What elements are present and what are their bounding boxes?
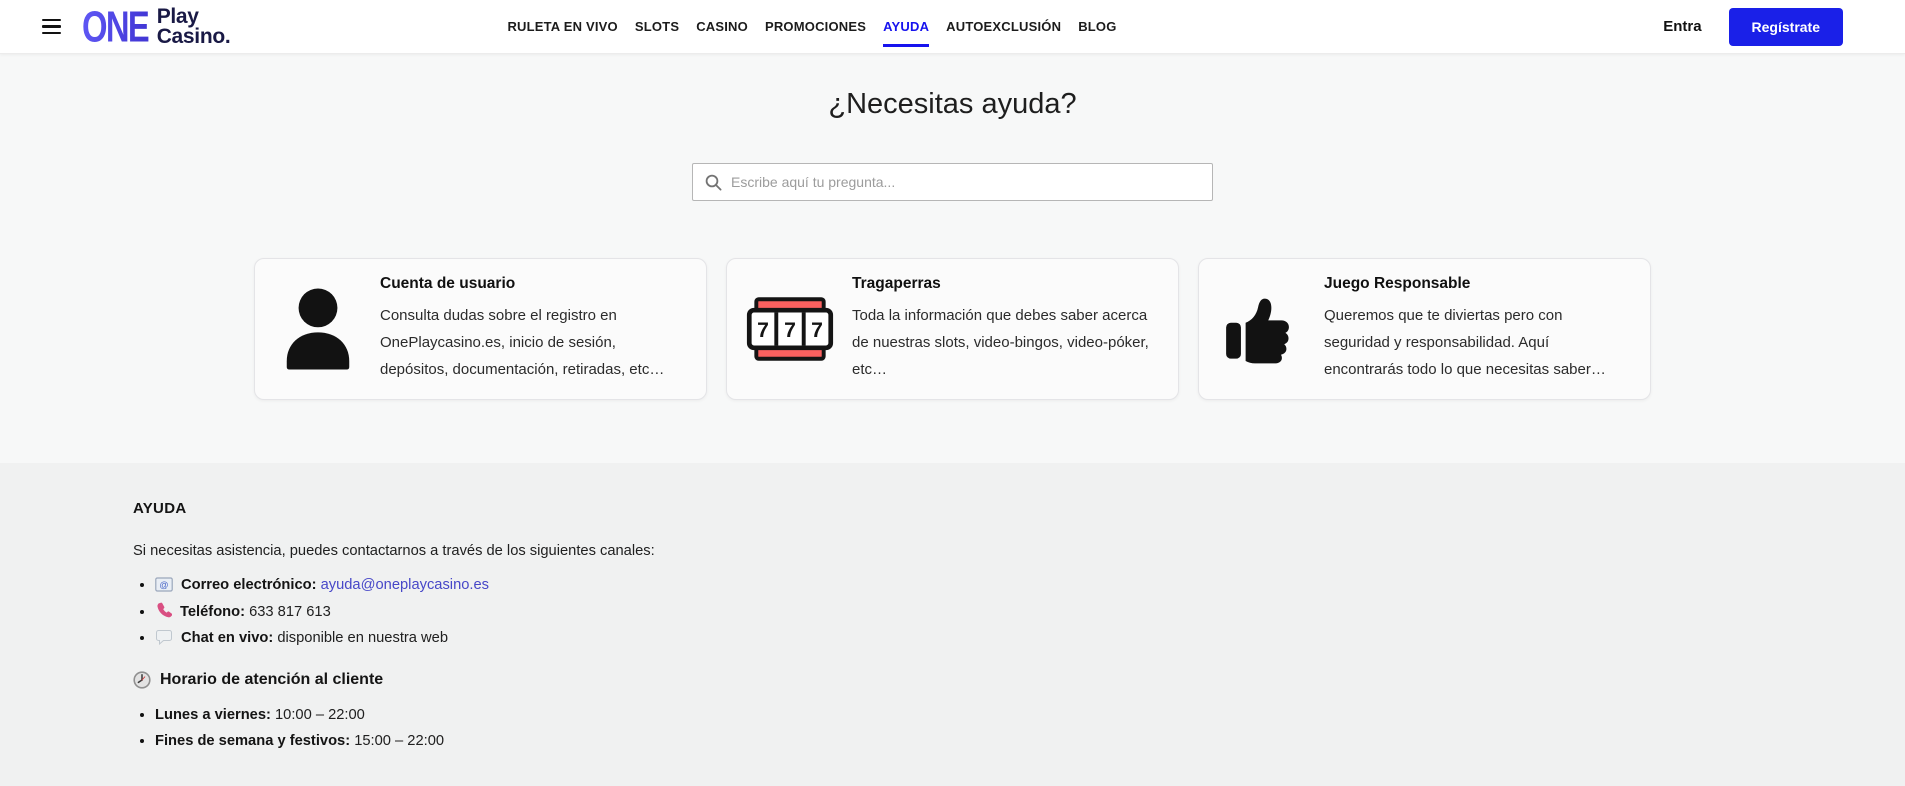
footer-title: AYUDA — [133, 500, 187, 517]
logo-wordmark: Play Casino. — [156, 4, 231, 48]
contact-email-item: @ Correo electrónico: ayuda@oneplaycasin… — [155, 576, 1845, 594]
nav-item-promociones[interactable]: PROMOCIONES — [765, 15, 866, 38]
schedule-value: 10:00 – 22:00 — [275, 707, 365, 723]
schedule-list: Lunes a viernes: 10:00 – 22:00 Fines de … — [133, 706, 1845, 750]
contact-label: Chat en vivo: — [181, 630, 274, 646]
email-link[interactable]: ayuda@oneplaycasino.es — [321, 577, 489, 593]
oneplaycasino-logo[interactable]: ONE Play Casino. — [82, 2, 231, 51]
card-title: Juego Responsable — [1324, 275, 1471, 292]
contact-value: disponible en nuestra web — [277, 630, 448, 646]
login-link[interactable]: Entra — [1663, 18, 1701, 35]
nav-item-ruleta-en-vivo[interactable]: RULETA EN VIVO — [507, 15, 617, 38]
schedule-title: Horario de atención al cliente — [160, 671, 384, 688]
help-search-box — [692, 163, 1213, 201]
top-navigation-bar: ONE Play Casino. RULETA EN VIVO SLOTS CA… — [0, 0, 1905, 54]
card-tragaperras[interactable]: 7 7 7 Tragaperras Toda la información qu… — [726, 258, 1179, 400]
logo-casino-text: Casino. — [156, 24, 231, 48]
contact-value: 633 817 613 — [249, 604, 331, 620]
contact-chat-item: Chat en vivo: disponible en nuestra web — [155, 629, 1845, 647]
help-topic-cards: Cuenta de usuario Consulta dudas sobre e… — [254, 258, 1651, 400]
chat-icon — [156, 630, 172, 645]
card-body: Juego Responsable Queremos que te divier… — [1324, 275, 1652, 383]
card-description: Queremos que te diviertas pero con segur… — [1324, 307, 1606, 378]
footer-intro-text: Si necesitas asistencia, puedes contacta… — [133, 543, 655, 559]
auth-actions: Entra Regístrate — [1663, 7, 1843, 46]
user-icon — [255, 283, 380, 375]
slot-machine-icon: 7 7 7 — [727, 295, 852, 363]
card-body: Tragaperras Toda la información que debe… — [852, 275, 1180, 383]
card-title: Tragaperras — [852, 275, 941, 292]
help-section: ¿Necesitas ayuda? Cuenta de usuario — [0, 54, 1905, 463]
page-title: ¿Necesitas ayuda? — [828, 88, 1077, 120]
schedule-weekend-item: Fines de semana y festivos: 15:00 – 22:0… — [155, 732, 1845, 750]
schedule-weekdays-item: Lunes a viernes: 10:00 – 22:00 — [155, 706, 1845, 724]
logo-play-text: Play — [156, 4, 199, 28]
thumbs-up-icon — [1199, 290, 1324, 368]
svg-text:7: 7 — [757, 319, 769, 342]
nav-item-autoexclusion[interactable]: AUTOEXCLUSIÓN — [946, 15, 1061, 38]
nav-item-casino[interactable]: CASINO — [696, 15, 748, 38]
svg-text:7: 7 — [811, 319, 823, 342]
help-footer: AYUDA Si necesitas asistencia, puedes co… — [0, 463, 1905, 786]
email-icon: @ — [155, 577, 173, 592]
schedule-heading: Horario de atención al cliente — [133, 671, 1845, 689]
main-nav: RULETA EN VIVO SLOTS CASINO PROMOCIONES … — [507, 15, 1116, 47]
contact-label: Teléfono: — [180, 604, 245, 620]
contact-phone-item: Teléfono: 633 817 613 — [155, 602, 1845, 621]
contact-channels-list: @ Correo electrónico: ayuda@oneplaycasin… — [133, 576, 1845, 647]
card-title: Cuenta de usuario — [380, 275, 516, 292]
svg-text:@: @ — [159, 580, 168, 590]
search-input[interactable] — [731, 174, 1200, 190]
hamburger-menu-icon[interactable] — [42, 18, 61, 35]
logo-one-text: ONE — [82, 2, 150, 51]
register-button[interactable]: Regístrate — [1728, 7, 1843, 46]
card-juego-responsable[interactable]: Juego Responsable Queremos que te divier… — [1198, 258, 1651, 400]
svg-text:7: 7 — [784, 319, 796, 342]
card-description: Toda la información que debes saber acer… — [852, 307, 1149, 378]
nav-item-ayuda[interactable]: AYUDA — [883, 15, 930, 47]
nav-item-blog[interactable]: BLOG — [1078, 15, 1116, 38]
page: ONE Play Casino. RULETA EN VIVO SLOTS CA… — [0, 0, 1905, 786]
card-description: Consulta dudas sobre el registro en OneP… — [380, 307, 665, 378]
search-icon — [705, 174, 722, 191]
schedule-value: 15:00 – 22:00 — [354, 733, 445, 749]
card-cuenta-de-usuario[interactable]: Cuenta de usuario Consulta dudas sobre e… — [254, 258, 707, 400]
card-body: Cuenta de usuario Consulta dudas sobre e… — [380, 275, 708, 383]
schedule-label: Fines de semana y festivos: — [155, 733, 351, 749]
phone-icon — [157, 602, 172, 618]
contact-label: Correo electrónico: — [181, 577, 317, 593]
schedule-label: Lunes a viernes: — [155, 707, 271, 723]
clock-icon — [133, 671, 151, 689]
nav-item-slots[interactable]: SLOTS — [635, 15, 679, 38]
